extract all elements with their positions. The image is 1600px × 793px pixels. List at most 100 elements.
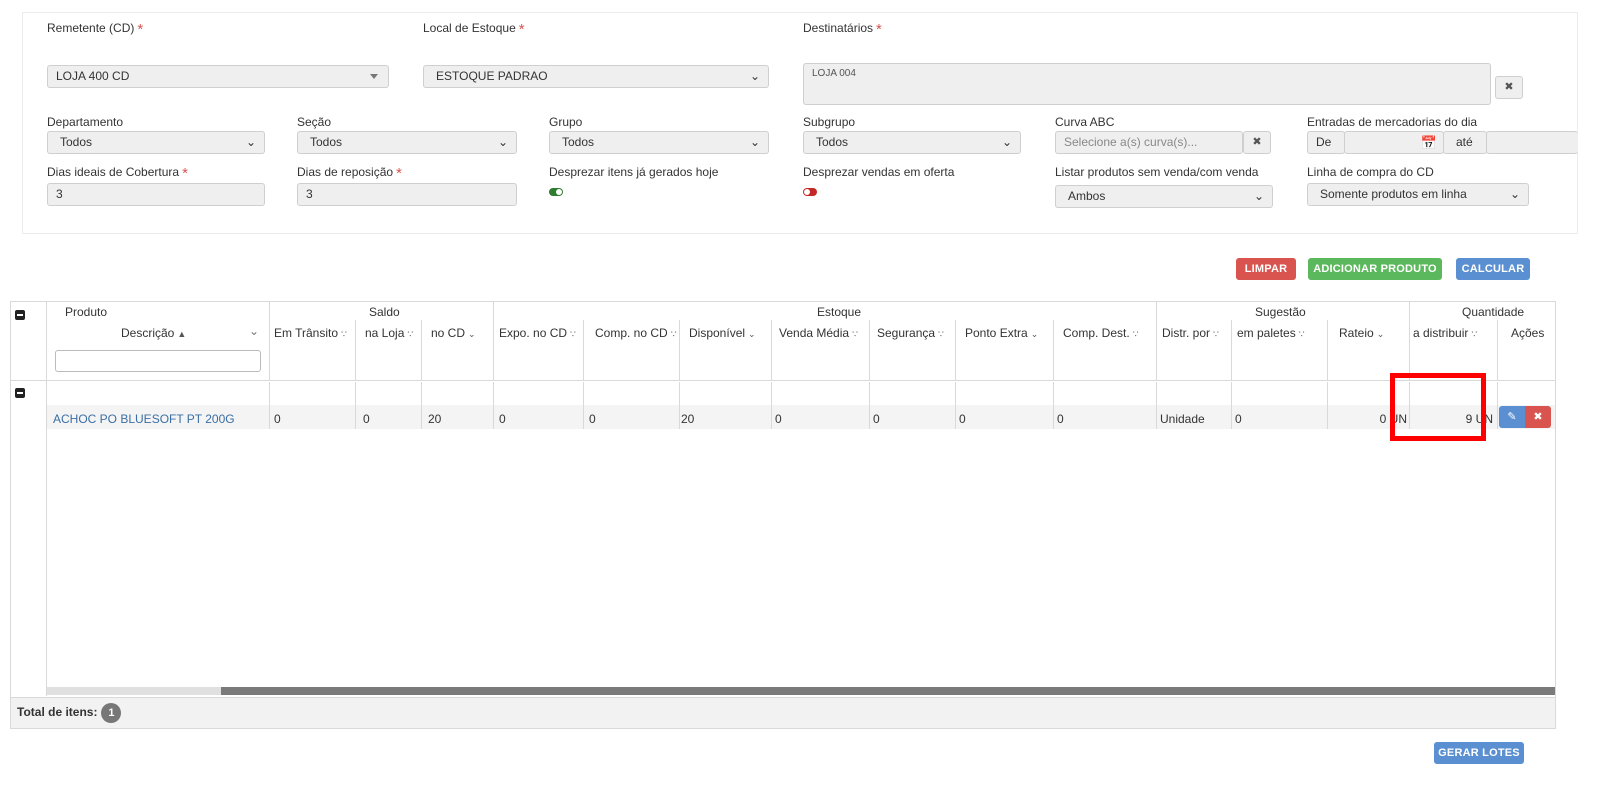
cell-comp-cd: 0 — [589, 412, 596, 426]
secao-label: Seção — [297, 115, 332, 129]
total-label: Total de itens: — [17, 705, 98, 720]
col-distr-por-header[interactable]: Distr. por ∵ — [1162, 326, 1219, 340]
cell-no-cd: 20 — [428, 412, 442, 426]
page: Remetente (CD) * LOJA 400 CD Local de Est… — [0, 0, 1600, 793]
horizontal-scrollbar[interactable] — [47, 687, 1555, 695]
dias-cobertura-input[interactable]: 3 — [47, 183, 265, 206]
listar-produtos-select[interactable]: Ambos ⌄ — [1055, 185, 1273, 208]
col-descricao-header[interactable]: Descrição ▲ — [121, 326, 186, 340]
dias-reposicao-input[interactable]: 3 — [297, 183, 517, 206]
cell-em-paletes: 0 — [1235, 412, 1242, 426]
desprezar-vendas-toggle[interactable] — [803, 188, 817, 196]
col-venda-media-header[interactable]: Venda Média ∵ — [779, 326, 858, 340]
chevron-down-icon[interactable]: ⌄ — [249, 324, 259, 338]
col-comp-dest-header[interactable]: Comp. Dest. ∵ — [1063, 326, 1138, 340]
group-estoque: Estoque — [817, 305, 862, 319]
listar-produtos-value: Ambos — [1068, 189, 1106, 203]
cell-em-transito: 0 — [274, 412, 281, 426]
chevron-down-icon: ⌄ — [1001, 135, 1012, 149]
linha-compra-select[interactable]: Somente produtos em linha ⌄ — [1307, 183, 1529, 206]
cell-venda-media: 0 — [775, 412, 782, 426]
filter-icon: ∵ — [670, 329, 677, 339]
cell-ponto-extra: 0 — [959, 412, 966, 426]
remetente-value: LOJA 400 CD — [56, 69, 130, 83]
descricao-filter-input[interactable] — [55, 350, 261, 372]
grupo-label: Grupo — [549, 115, 583, 129]
col-rateio-header[interactable]: Rateio ⌄ — [1339, 326, 1384, 340]
filter-icon: ∵ — [1213, 329, 1219, 339]
chevron-down-icon: ⌄ — [497, 135, 508, 149]
scrollbar-thumb[interactable] — [221, 687, 1555, 695]
group-quantidade: Quantidade — [1462, 305, 1525, 319]
cell-seguranca: 0 — [873, 412, 880, 426]
remetente-select[interactable]: LOJA 400 CD — [47, 65, 389, 88]
filter-icon: ∵ — [1132, 329, 1139, 339]
subgrupo-select[interactable]: Todos ⌄ — [803, 131, 1021, 154]
entradas-de-text: De — [1316, 135, 1332, 149]
products-grid: Produto Saldo Estoque Sugestão Quantidad… — [10, 301, 1556, 729]
group-saldo: Saldo — [369, 305, 400, 319]
chevron-down-icon: ⌄ — [749, 69, 760, 83]
group-produto: Produto — [65, 305, 108, 319]
col-ponto-extra-header[interactable]: Ponto Extra ⌄ — [965, 326, 1038, 340]
collapse-all-icon[interactable] — [15, 310, 25, 320]
local-estoque-select[interactable]: ESTOQUE PADRAO ⌄ — [423, 65, 769, 88]
col-no-cd-header[interactable]: no CD ⌄ — [431, 326, 476, 340]
chevron-down-icon: ⌄ — [245, 135, 256, 149]
cell-descricao[interactable]: ACHOC PO BLUESOFT PT 200G — [53, 412, 235, 426]
col-disponivel-header[interactable]: Disponível ⌄ — [689, 326, 756, 340]
total-count-badge: 1 — [101, 703, 122, 723]
secao-select[interactable]: Todos ⌄ — [297, 131, 517, 154]
listar-produtos-label: Listar produtos sem venda/com venda — [1055, 165, 1259, 179]
col-em-transito-header[interactable]: Em Trânsito ∵ — [274, 326, 347, 340]
desprezar-itens-toggle[interactable] — [549, 188, 563, 196]
required-icon: * — [876, 21, 882, 38]
adicionar-produto-button[interactable]: ADICIONAR PRODUTO — [1308, 258, 1442, 280]
destinatarios-label: Destinatários * — [803, 21, 882, 38]
col-expo-cd-header[interactable]: Expo. no CD ∵ — [499, 326, 576, 340]
filter-icon: ∵ — [1298, 329, 1305, 339]
required-icon: * — [182, 165, 188, 182]
required-icon: * — [518, 21, 525, 38]
col-a-distribuir-header[interactable]: a distribuir ∵ — [1413, 326, 1477, 340]
grupo-select[interactable]: Todos ⌄ — [549, 131, 769, 154]
clear-curva-button[interactable]: ✖ — [1243, 131, 1271, 154]
departamento-select[interactable]: Todos ⌄ — [47, 131, 265, 154]
destinatarios-input[interactable]: LOJA 004 — [803, 63, 1491, 105]
dias-reposicao-label: Dias de reposição * — [297, 165, 402, 182]
calcular-button[interactable]: CALCULAR — [1456, 258, 1530, 280]
chevron-down-icon: ⌄ — [1509, 187, 1520, 201]
close-icon: ✖ — [1504, 81, 1514, 93]
col-em-paletes-header[interactable]: em paletes ∵ — [1237, 326, 1304, 340]
delete-button[interactable]: ✖ — [1525, 406, 1551, 428]
remetente-label: Remetente (CD) * — [47, 21, 144, 38]
entradas-ate-input[interactable] — [1486, 131, 1578, 154]
linha-compra-label: Linha de compra do CD — [1307, 165, 1434, 179]
required-icon: * — [137, 21, 144, 38]
collapse-group-icon[interactable] — [15, 388, 25, 398]
total-itens: Total de itens: 1 — [17, 703, 122, 723]
required-icon: * — [396, 165, 402, 182]
destinatarios-value: LOJA 004 — [812, 68, 856, 79]
col-na-loja-header[interactable]: na Loja ∵ — [365, 326, 413, 340]
entradas-de-input[interactable]: 📅 — [1344, 131, 1444, 154]
linha-compra-value: Somente produtos em linha — [1320, 187, 1467, 201]
col-acoes-header: Ações — [1511, 326, 1545, 340]
clear-destinatarios-button[interactable]: ✖ — [1495, 76, 1523, 99]
pencil-icon: ✎ — [1507, 411, 1517, 423]
filter-panel: Remetente (CD) * LOJA 400 CD Local de Est… — [22, 12, 1578, 234]
caret-down-icon — [370, 74, 378, 79]
toggle-knob — [556, 189, 562, 195]
entradas-de-addon: De — [1307, 131, 1345, 154]
filter-icon: ∵ — [341, 329, 347, 339]
limpar-button[interactable]: LIMPAR — [1236, 258, 1296, 280]
col-seguranca-header[interactable]: Segurança ∵ — [877, 326, 944, 340]
chevron-down-icon: ⌄ — [1253, 189, 1264, 203]
entradas-ate-text: até — [1456, 135, 1473, 149]
cell-na-loja: 0 — [363, 412, 370, 426]
col-comp-cd-header[interactable]: Comp. no CD ∵ — [595, 326, 676, 340]
chevron-down-icon: ⌄ — [468, 329, 476, 339]
gerar-lotes-button[interactable]: GERAR LOTES — [1434, 742, 1524, 764]
curva-abc-select[interactable]: Selecione a(s) curva(s)... — [1055, 131, 1243, 154]
edit-button[interactable]: ✎ — [1499, 406, 1525, 428]
